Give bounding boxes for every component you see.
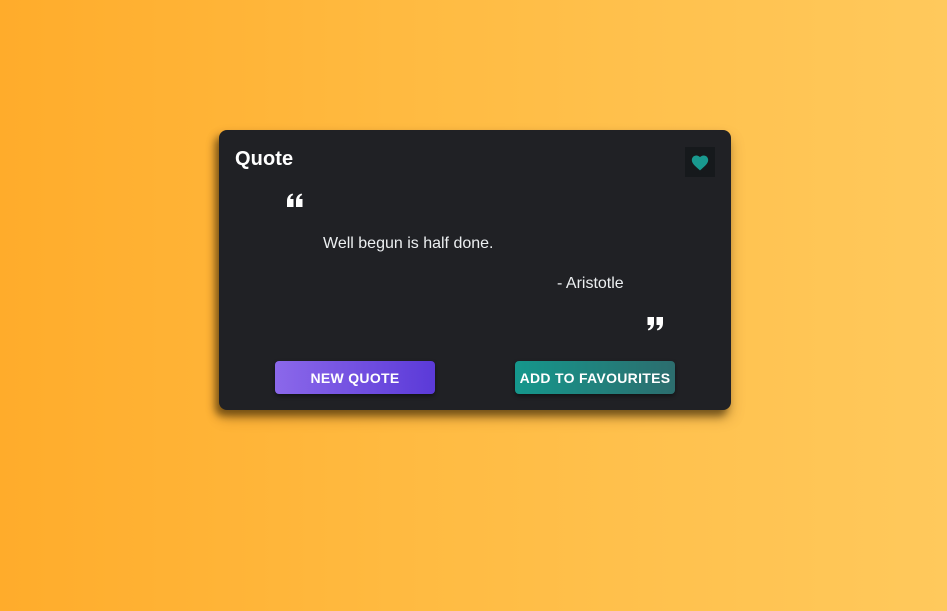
heart-icon xyxy=(690,153,710,171)
new-quote-button[interactable]: NEW QUOTE xyxy=(275,361,435,394)
quote-card: Quote Well begun is half done. - Aristot… xyxy=(219,130,731,410)
add-to-favourites-button[interactable]: ADD TO FAVOURITES xyxy=(515,361,675,394)
favourite-toggle-button[interactable] xyxy=(685,147,715,177)
card-title: Quote xyxy=(235,148,294,170)
open-quote-icon xyxy=(286,192,304,208)
close-quote-icon xyxy=(646,316,664,332)
quote-author: - Aristotle xyxy=(557,275,624,292)
quote-text: Well begun is half done. xyxy=(323,235,494,252)
